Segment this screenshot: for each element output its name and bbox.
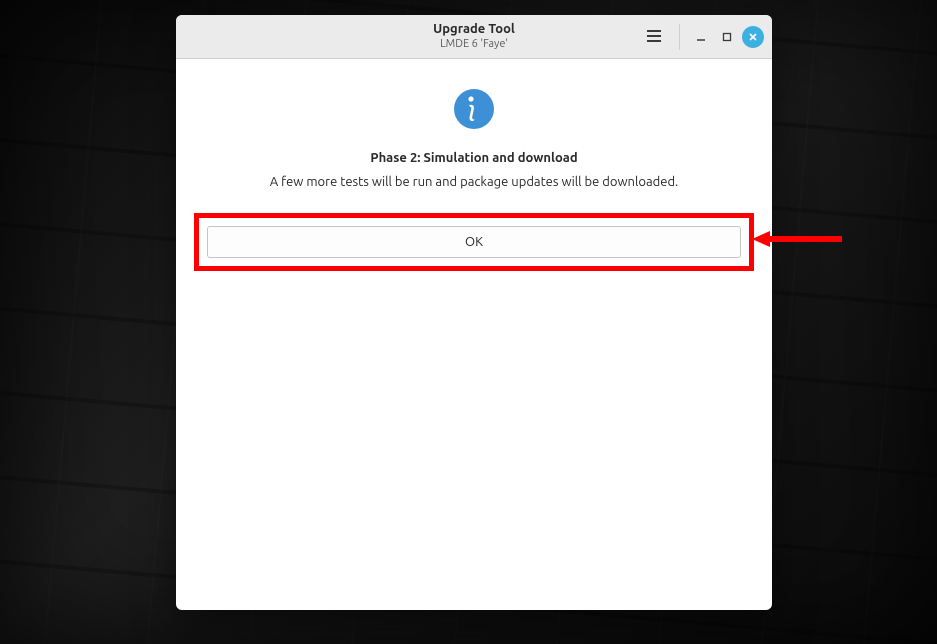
titlebar-separator xyxy=(679,24,680,50)
close-icon xyxy=(748,28,758,46)
phase-heading: Phase 2: Simulation and download xyxy=(370,151,577,165)
ok-button-label: OK xyxy=(465,235,483,249)
annotation-highlight-box: OK xyxy=(194,213,754,271)
phase-description: A few more tests will be run and package… xyxy=(270,175,679,189)
ok-button[interactable]: OK xyxy=(207,226,741,258)
upgrade-tool-window: Upgrade Tool LMDE 6 'Faye' xyxy=(176,15,772,610)
minimize-icon xyxy=(696,28,706,46)
minimize-button[interactable] xyxy=(690,26,712,48)
hamburger-menu-button[interactable] xyxy=(639,22,669,52)
titlebar-controls xyxy=(639,22,772,52)
titlebar[interactable]: Upgrade Tool LMDE 6 'Faye' xyxy=(176,15,772,59)
close-button[interactable] xyxy=(742,26,764,48)
maximize-icon xyxy=(722,28,732,46)
annotation-arrow xyxy=(752,230,842,252)
window-content: Phase 2: Simulation and download A few m… xyxy=(176,59,772,610)
info-icon xyxy=(454,89,494,129)
hamburger-icon xyxy=(647,28,661,46)
maximize-button[interactable] xyxy=(716,26,738,48)
